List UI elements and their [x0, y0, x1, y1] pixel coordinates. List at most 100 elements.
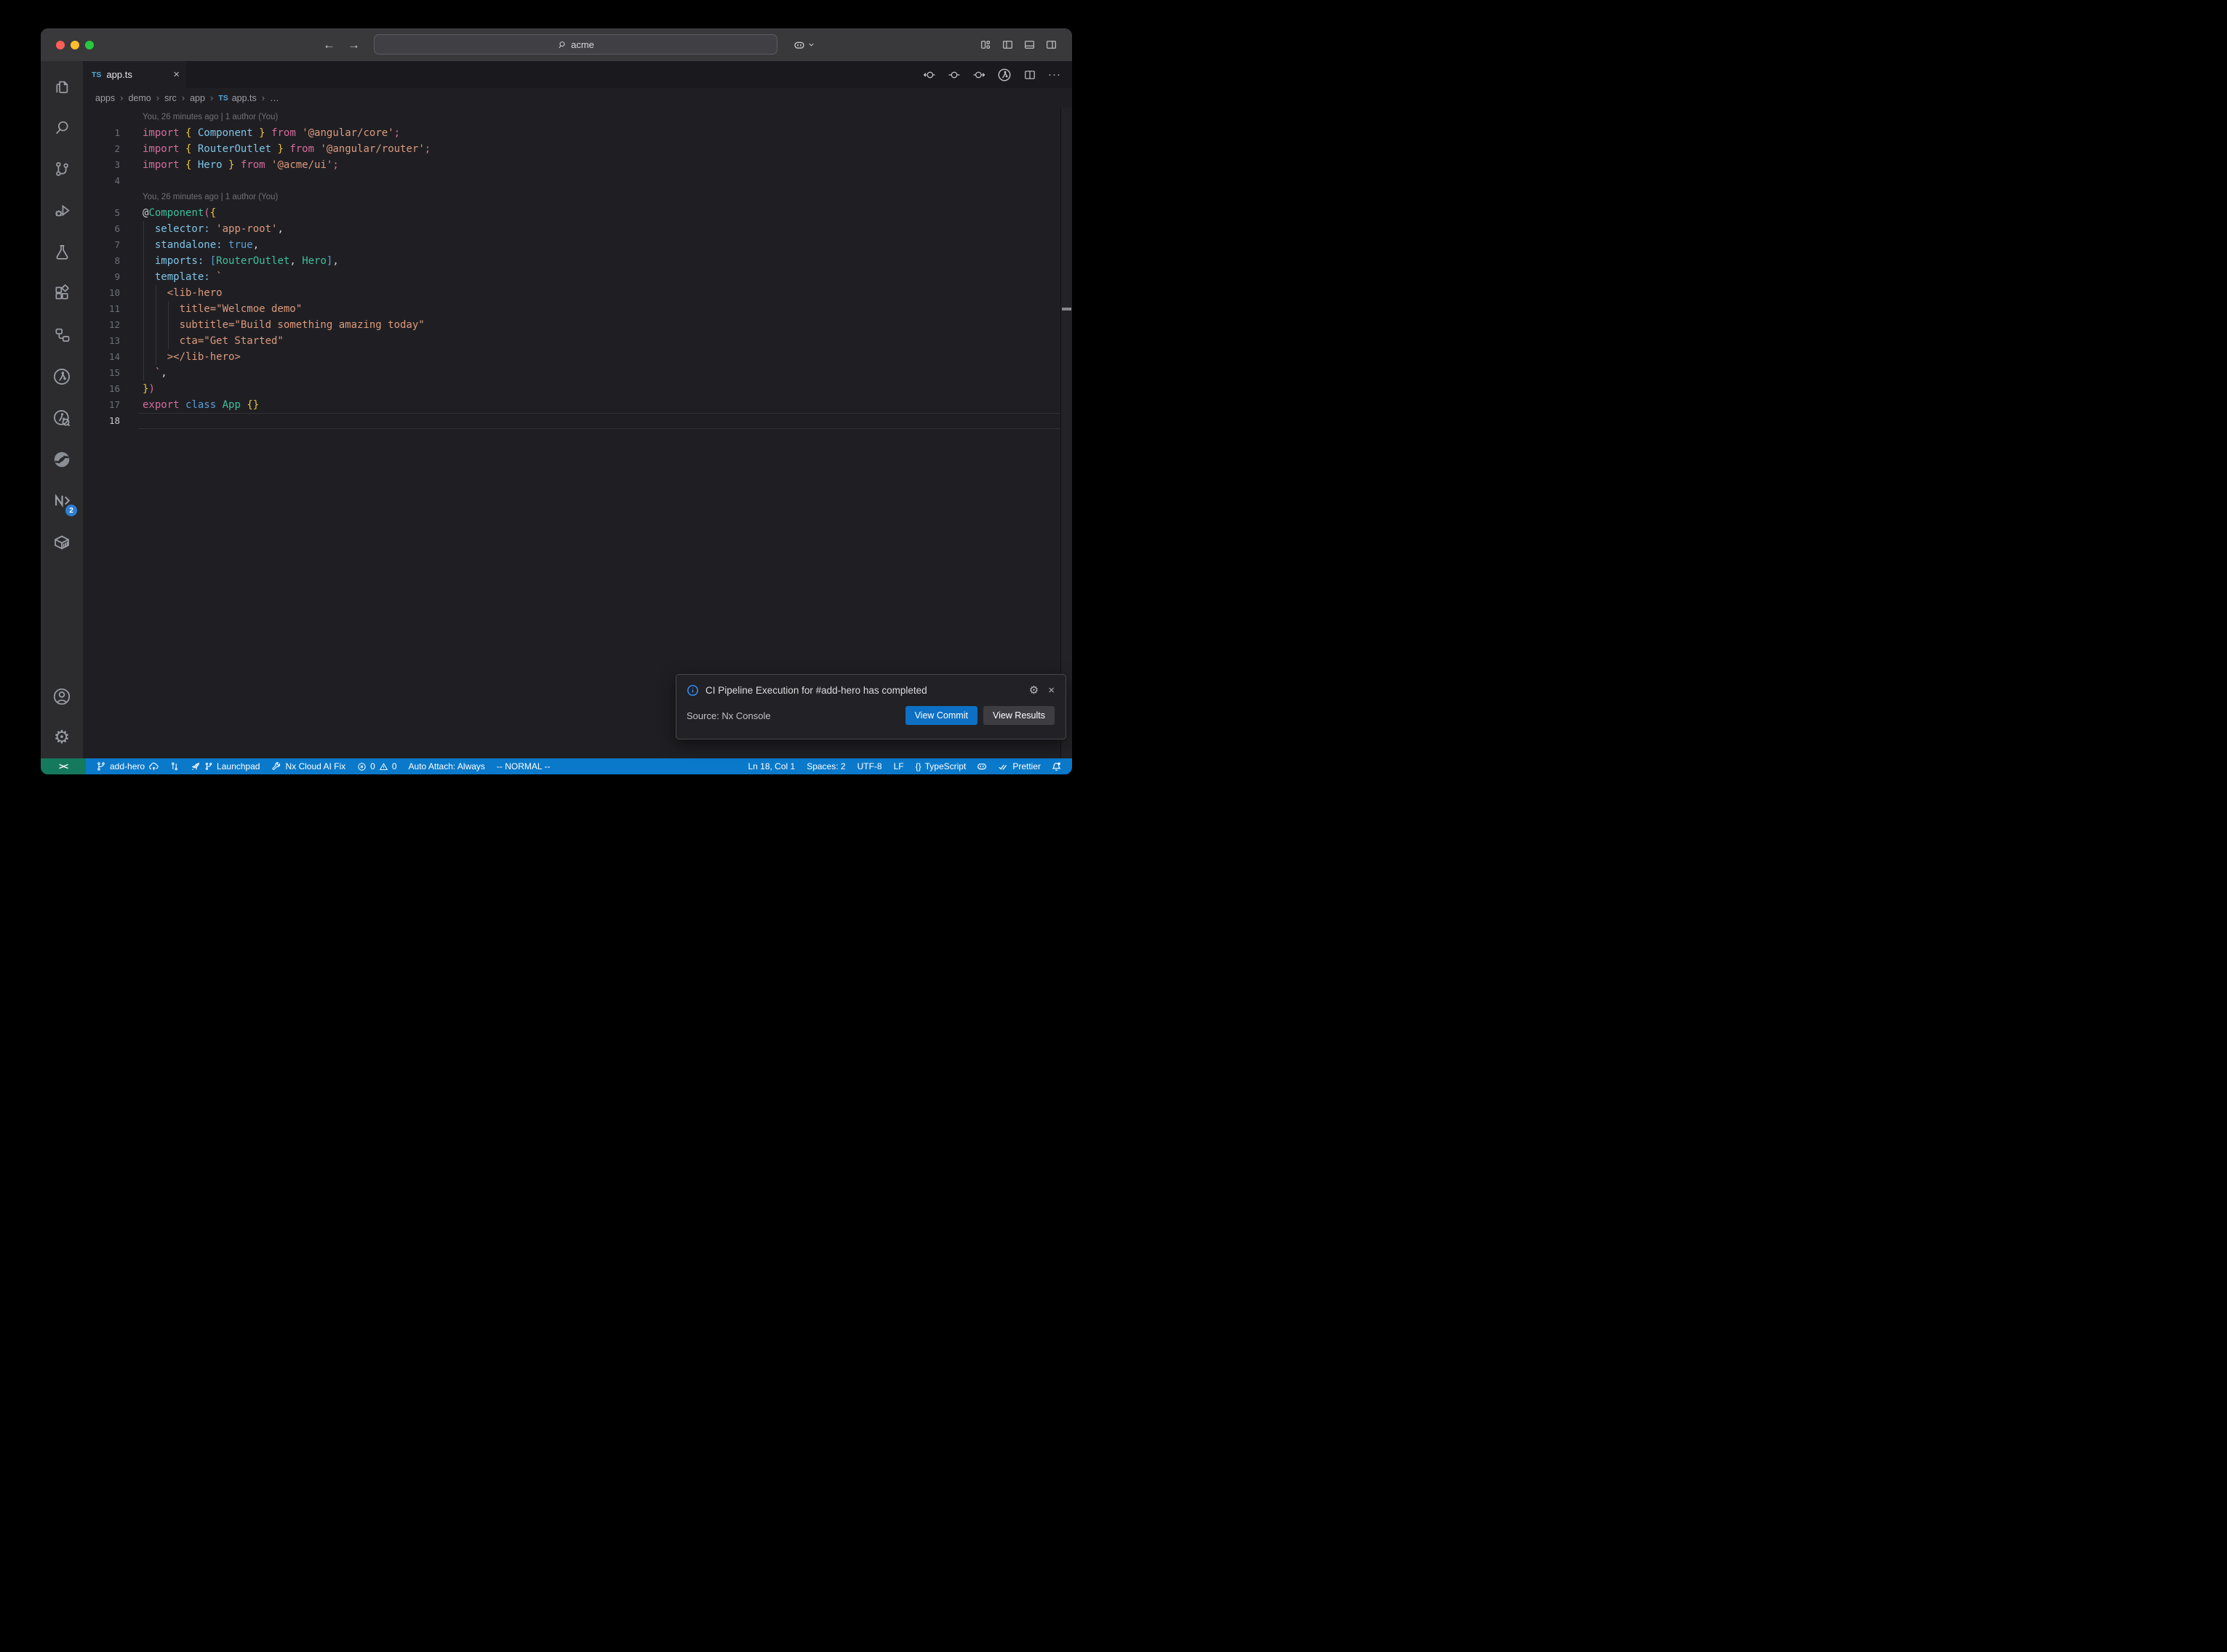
editor-scrollbar[interactable]	[1060, 108, 1072, 758]
code-editor[interactable]: You, 26 minutes ago | 1 author (You)1imp…	[83, 108, 1072, 758]
testing-icon[interactable]	[41, 231, 83, 273]
warning-count: 0	[392, 761, 397, 771]
breadcrumb-symbol-ellipsis[interactable]: …	[270, 93, 279, 103]
typescript-file-icon: TS	[92, 71, 101, 79]
commit-graph-icon[interactable]	[997, 68, 1012, 82]
search-icon	[557, 40, 567, 49]
settings-gear-icon[interactable]: ⚙	[41, 717, 83, 758]
remote-indicator[interactable]: ><	[41, 758, 86, 774]
go-back-commit-icon[interactable]	[923, 68, 936, 81]
breadcrumb-apps[interactable]: apps	[95, 93, 115, 103]
code-text: subtitle="Build something amazing today"	[143, 317, 1057, 333]
vim-mode-item[interactable]: -- NORMAL --	[491, 758, 556, 774]
code-line[interactable]: 1import { Component } from '@angular/cor…	[83, 125, 1072, 141]
breadcrumb-demo[interactable]: demo	[128, 93, 151, 103]
tab-app-ts[interactable]: TS app.ts ×	[83, 61, 186, 88]
notification-toast: CI Pipeline Execution for #add-hero has …	[676, 674, 1066, 739]
code-text: import { Hero } from '@acme/ui';	[143, 157, 1057, 173]
minimize-window-button[interactable]	[71, 41, 79, 49]
eol-item[interactable]: LF	[888, 758, 910, 774]
branch-status-item[interactable]: add-hero	[90, 758, 165, 774]
tab-label: app.ts	[106, 69, 132, 80]
hierarchy-icon[interactable]	[41, 314, 83, 356]
maximize-window-button[interactable]	[85, 41, 94, 49]
notification-close-icon[interactable]: ×	[1048, 685, 1055, 696]
language-mode-item[interactable]: {}TypeScript	[910, 758, 972, 774]
code-line[interactable]: 3import { Hero } from '@acme/ui';	[83, 157, 1072, 173]
command-center-search[interactable]: acme	[374, 34, 777, 55]
code-line[interactable]: 15 `,	[83, 365, 1072, 381]
close-window-button[interactable]	[56, 41, 65, 49]
view-results-button[interactable]: View Results	[983, 706, 1055, 725]
back-arrow-icon[interactable]: ←	[323, 39, 335, 51]
launchpad-status-item[interactable]: Launchpad	[184, 758, 265, 774]
split-editor-icon[interactable]	[1023, 68, 1036, 81]
customize-layout-icon[interactable]	[980, 39, 992, 51]
container-icon[interactable]	[41, 521, 83, 563]
nx-cloud-fix-item[interactable]: Nx Cloud AI Fix	[265, 758, 351, 774]
nx-console-icon[interactable]: 2	[41, 480, 83, 521]
code-text: <lib-hero	[143, 285, 1057, 301]
code-line[interactable]: 12 subtitle="Build something amazing tod…	[83, 317, 1072, 333]
code-line[interactable]: 9 template: `	[83, 269, 1072, 285]
encoding-item[interactable]: UTF-8	[852, 758, 888, 774]
more-actions-icon[interactable]: ···	[1048, 69, 1061, 80]
cursor-position-item[interactable]: Ln 18, Col 1	[742, 758, 801, 774]
account-icon[interactable]	[41, 675, 83, 717]
breadcrumb-file[interactable]: TSapp.ts	[218, 93, 256, 103]
prettier-status-item[interactable]: Prettier	[992, 758, 1047, 774]
blame-text: You, 26 minutes ago | 1 author (You)	[143, 109, 1057, 125]
compare-status-item[interactable]	[165, 758, 184, 774]
code-line[interactable]: 5@Component({	[83, 205, 1072, 221]
notification-title: CI Pipeline Execution for #add-hero has …	[705, 685, 927, 696]
code-line[interactable]: 6 selector: 'app-root',	[83, 221, 1072, 237]
console-ninja-icon[interactable]	[41, 438, 83, 480]
search-value: acme	[571, 39, 594, 50]
go-forward-commit-icon[interactable]	[972, 68, 985, 81]
code-line[interactable]: 16})	[83, 381, 1072, 397]
notifications-bell-item[interactable]	[1047, 758, 1066, 774]
code-text: template: `	[143, 269, 1057, 285]
extensions-icon[interactable]	[41, 273, 83, 314]
code-line[interactable]: 10 <lib-hero	[83, 285, 1072, 301]
breadcrumb-separator: ›	[262, 92, 265, 103]
branch-name: add-hero	[110, 761, 145, 771]
toggle-primary-sidebar-icon[interactable]	[1001, 39, 1014, 51]
toggle-panel-icon[interactable]	[1023, 39, 1036, 51]
code-line[interactable]: 14 ></lib-hero>	[83, 349, 1072, 365]
code-line[interactable]: 7 standalone: true,	[83, 237, 1072, 253]
current-commit-icon[interactable]	[948, 68, 961, 81]
auto-attach-item[interactable]: Auto Attach: Always	[403, 758, 491, 774]
breadcrumb-app[interactable]: app	[190, 93, 205, 103]
run-debug-icon[interactable]	[41, 190, 83, 231]
code-line[interactable]: 8 imports: [RouterOutlet, Hero],	[83, 253, 1072, 269]
code-line[interactable]: 11 title="Welcmoe demo"	[83, 301, 1072, 317]
copilot-status-item[interactable]	[972, 758, 992, 774]
problems-status-item[interactable]: 0 0	[351, 758, 402, 774]
search-sidebar-icon[interactable]	[41, 107, 83, 148]
gitlens-inspect-icon[interactable]	[41, 397, 83, 438]
close-tab-icon[interactable]: ×	[173, 69, 180, 80]
view-commit-button[interactable]: View Commit	[905, 706, 977, 725]
forward-arrow-icon[interactable]: →	[348, 39, 360, 51]
status-bar: >< add-hero Launchpad Nx Cloud AI Fix 0 …	[41, 758, 1072, 774]
code-line[interactable]: 13 cta="Get Started"	[83, 333, 1072, 349]
code-line[interactable]: 2import { RouterOutlet } from '@angular/…	[83, 141, 1072, 157]
source-control-icon[interactable]	[41, 148, 83, 190]
explorer-icon[interactable]	[41, 65, 83, 107]
line-number: 4	[83, 173, 120, 189]
breadcrumb-src[interactable]: src	[164, 93, 177, 103]
line-number: 6	[83, 221, 120, 237]
indentation-item[interactable]: Spaces: 2	[801, 758, 851, 774]
chevron-down-icon[interactable]	[807, 41, 815, 49]
code-line[interactable]: 17export class App {}	[83, 397, 1072, 413]
code-line[interactable]: 4	[83, 173, 1072, 189]
notification-settings-icon[interactable]: ⚙	[1029, 685, 1039, 696]
toggle-secondary-sidebar-icon[interactable]	[1045, 39, 1057, 51]
gitlens-icon[interactable]	[41, 356, 83, 397]
line-number: 10	[83, 285, 120, 301]
line-number: 9	[83, 269, 120, 285]
copilot-icon[interactable]	[793, 39, 806, 52]
code-line[interactable]: 18	[83, 413, 1072, 429]
code-text: cta="Get Started"	[143, 333, 1057, 349]
